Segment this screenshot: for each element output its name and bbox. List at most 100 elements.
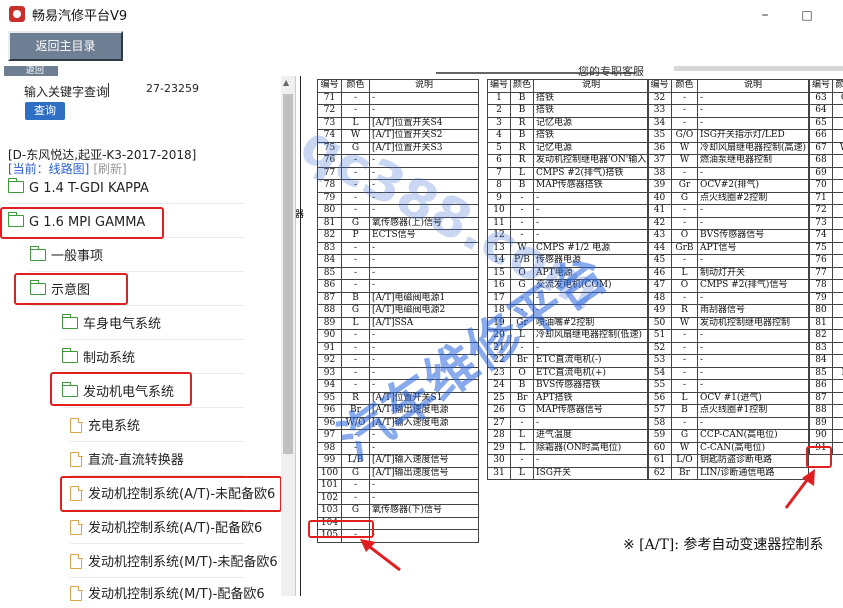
- cell-color: [833, 292, 843, 305]
- table-row: 100G[A/T]输出速度信号: [318, 467, 479, 480]
- tree-item-engine-mt-no-euro6[interactable]: 发动机控制系统(M/T)-未配备欧6: [70, 550, 278, 576]
- minimize-button[interactable]: –: [750, 4, 780, 26]
- table-row: 94--: [318, 380, 479, 393]
- cell-desc: CMPS #2(排气)信号: [697, 280, 808, 293]
- search-button[interactable]: 查询: [25, 102, 65, 120]
- tree-item-dcdc[interactable]: 直流-直流转换器: [70, 448, 184, 474]
- table-row: 76--: [318, 155, 479, 168]
- cell-num: 31: [488, 467, 511, 480]
- table-row: 74: [810, 230, 843, 243]
- back-to-main-button[interactable]: 返回主目录: [8, 31, 123, 61]
- cell-num: 68: [810, 155, 833, 168]
- tree-item-engine-at-euro6[interactable]: 发动机控制系统(A/T)-配备欧6: [70, 516, 262, 542]
- cell-color: W: [833, 142, 843, 155]
- cell-num: 51: [648, 330, 672, 343]
- cell-num: 90: [318, 330, 342, 343]
- cell-color: W/O: [342, 417, 370, 430]
- table-row: 78--: [318, 180, 479, 193]
- cell-num: 80: [318, 205, 342, 218]
- cell-num: 66: [810, 130, 833, 143]
- cell-color: -: [671, 117, 697, 130]
- folder-icon: [8, 181, 24, 193]
- tree-item-g14[interactable]: G 1.4 T-GDI KAPPA: [8, 176, 149, 202]
- cell-color: -: [342, 430, 370, 443]
- table-row: 3R记忆电源: [488, 117, 649, 130]
- col-header-color: 颜色: [342, 80, 370, 93]
- cell-desc: -: [370, 480, 479, 493]
- side-tab[interactable]: 返回: [4, 66, 58, 76]
- scroll-thumb[interactable]: [283, 94, 293, 454]
- cell-color: W: [671, 442, 697, 455]
- cell-num: 54: [648, 367, 672, 380]
- cell-color: -: [342, 330, 370, 343]
- pinout-table-2: 编号 颜色 说明 1B搭铁2B搭铁3R记忆电源4B搭铁5R记忆电源6R发动机控制…: [487, 79, 649, 480]
- cell-num: 101: [318, 480, 342, 493]
- col-header-color: 颜色: [511, 80, 534, 93]
- cell-num: 74: [318, 130, 342, 143]
- cell-desc: 搭铁: [534, 105, 649, 118]
- cell-num: 10: [488, 205, 511, 218]
- cell-desc: [A/T]电磁阀电源1: [370, 292, 479, 305]
- document-icon: [70, 452, 82, 467]
- tree-item-body-electrical[interactable]: 车身电气系统: [62, 312, 161, 338]
- table-row: 22BrETC直流电机(-): [488, 355, 649, 368]
- table-row: 58--: [648, 417, 809, 430]
- left-scrollbar[interactable]: ▲: [281, 76, 295, 596]
- cell-num: 82: [318, 230, 342, 243]
- cell-color: W: [342, 130, 370, 143]
- search-input[interactable]: [108, 83, 112, 97]
- cell-color: L: [671, 392, 697, 405]
- cell-num: 102: [318, 492, 342, 505]
- tree-item-charging[interactable]: 充电系统: [70, 414, 140, 440]
- cell-desc: -: [534, 455, 649, 468]
- highlight-box: [806, 446, 832, 468]
- cell-color: B: [342, 292, 370, 305]
- cell-color: Br: [511, 355, 534, 368]
- cell-color: O: [511, 367, 534, 380]
- tree-item-brake[interactable]: 制动系统: [62, 346, 135, 372]
- tree-item-general[interactable]: 一般事项: [30, 244, 103, 270]
- cell-num: 86: [810, 380, 833, 393]
- cell-num: 70: [810, 180, 833, 193]
- cell-desc: [A/T]输入速度信号: [370, 455, 479, 468]
- cell-desc: -: [370, 492, 479, 505]
- cell-num: 78: [318, 180, 342, 193]
- cell-num: 30: [488, 455, 511, 468]
- app-logo-icon: [9, 6, 25, 22]
- cell-num: 103: [318, 505, 342, 518]
- cell-num: 72: [810, 205, 833, 218]
- cell-color: -: [671, 330, 697, 343]
- table-row: 85--: [318, 267, 479, 280]
- app-window: 畅易汽修平台V9 – □ 返回主目录 返回 输入关键字查询 27-23259 查…: [0, 0, 843, 596]
- cell-num: 2: [488, 105, 511, 118]
- highlight-box: [0, 207, 164, 239]
- tree-item-engine-mt-euro6[interactable]: 发动机控制系统(M/T)-配备欧6: [70, 582, 265, 608]
- table-row: 65: [810, 117, 843, 130]
- scroll-up-icon[interactable]: ▲: [283, 78, 289, 87]
- divider: [62, 407, 244, 408]
- cell-desc: 传感器电源: [534, 255, 649, 268]
- cell-color: -: [671, 380, 697, 393]
- cell-desc: -: [697, 380, 808, 393]
- refresh-link[interactable]: [刷新]: [93, 162, 126, 176]
- cell-num: 60: [648, 442, 672, 455]
- table-row: 82: [810, 330, 843, 343]
- cell-num: 33: [648, 105, 672, 118]
- cell-desc: -: [534, 217, 649, 230]
- table-row: 99L/B[A/T]输入速度信号: [318, 455, 479, 468]
- cell-color: -: [511, 217, 534, 230]
- cell-num: 83: [810, 342, 833, 355]
- maximize-button[interactable]: □: [792, 4, 822, 26]
- divider: [8, 203, 244, 204]
- cell-color: -: [511, 230, 534, 243]
- table-row: 81G氧传感器(上)信号: [318, 217, 479, 230]
- cell-num: 76: [318, 155, 342, 168]
- table-row: 75G[A/T]位置开关S3: [318, 142, 479, 155]
- cell-color: -: [342, 180, 370, 193]
- table-row: 6R发动机控制继电器'ON'输入: [488, 155, 649, 168]
- document-icon: [70, 418, 82, 433]
- window-title: 畅易汽修平台V9: [32, 5, 127, 24]
- cell-num: 72: [318, 105, 342, 118]
- table-row: 47OCMPS #2(排气)信号: [648, 280, 809, 293]
- table-row: 7LCMPS #2(排气)搭铁: [488, 167, 649, 180]
